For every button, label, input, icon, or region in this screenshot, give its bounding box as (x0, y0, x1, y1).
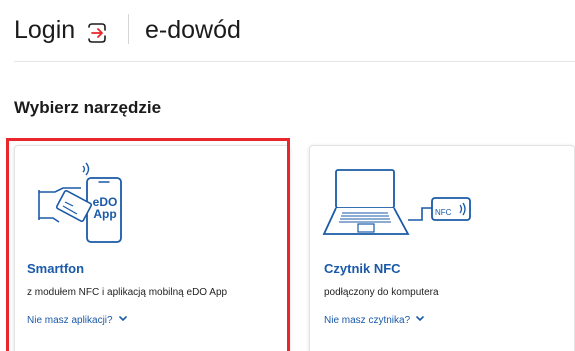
header-divider (128, 14, 129, 44)
chevron-down-icon (416, 314, 424, 324)
chevron-down-icon (118, 314, 127, 324)
section-title: Wybierz narzędzie (14, 98, 162, 117)
card-description-nfc: podłączony do komputera (324, 287, 439, 298)
card-title-smartfon: Smartfon (27, 261, 85, 276)
header-separator (14, 61, 575, 62)
card-nfc-reader[interactable]: NFC Czytnik NFC podłączony do komputera … (309, 145, 575, 351)
card-title-nfc: Czytnik NFC (324, 261, 401, 276)
no-reader-link-label: Nie masz czytnika? (324, 315, 411, 326)
login-icon (86, 22, 108, 44)
no-reader-link[interactable]: Nie masz czytnika? (324, 315, 424, 326)
no-app-link[interactable]: Nie masz aplikacji? (27, 315, 127, 326)
login-title: Login (14, 16, 76, 44)
no-app-link-label: Nie masz aplikacji? (27, 315, 113, 326)
card-smartfon[interactable]: eDO App Smartfon z modułem NFC i aplikacj… (14, 145, 290, 351)
edowod-title: e-dowód (145, 16, 241, 44)
card-description-smartfon: z modułem NFC i aplikacją mobilną eDO Ap… (27, 287, 228, 298)
page-header: Login e-dowód (0, 0, 575, 60)
app-name-label: eDO App (92, 195, 118, 221)
nfc-badge-label: NFC (435, 208, 452, 217)
